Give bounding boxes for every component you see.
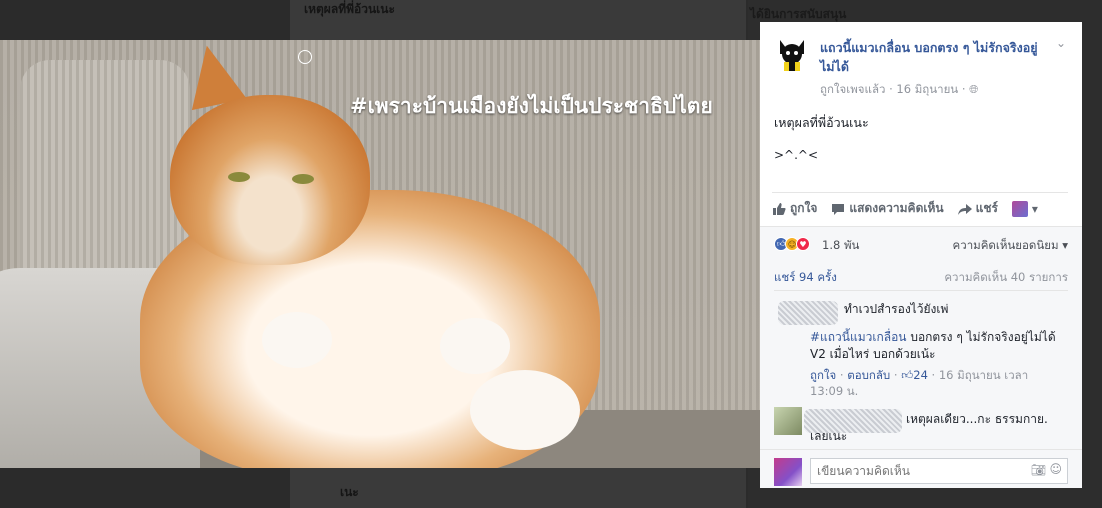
- background-caption: เหตุผลที่พี่อ้วนเนะ: [304, 2, 395, 16]
- cat-eye-left: [228, 172, 250, 182]
- thumbs-up-icon: 👍︎: [901, 368, 914, 382]
- comment-composer: 📷︎ ☺︎: [760, 449, 1082, 488]
- comment-like-count[interactable]: 24: [913, 368, 928, 382]
- chevron-down-icon[interactable]: ⌄: [1056, 36, 1066, 50]
- comment-meta: ถูกใจ · ตอบกลับ · 👍︎24 · 16 มิถุนายน เวล…: [810, 368, 1029, 398]
- comment-icon: [832, 203, 845, 215]
- commenter-avatar[interactable]: [774, 407, 802, 435]
- page-avatar[interactable]: [774, 36, 810, 72]
- share-arrow-icon: [957, 203, 972, 215]
- comment-reply-link[interactable]: ตอบกลับ: [847, 368, 890, 382]
- post-meta: ถูกใจเพจแล้ว · 16 มิถุนายน · 🌐︎: [820, 81, 978, 99]
- like-button[interactable]: ถูกใจ: [772, 199, 817, 218]
- comment-text: เหตุผลเดียว...กะ ธรรมกาย.: [906, 412, 1048, 426]
- top-comments-label: ความคิดเห็นยอดนิยม: [952, 238, 1059, 252]
- post-text: เหตุผลที่พี่อ้วนเนะ: [774, 115, 869, 130]
- avatar: [774, 458, 802, 486]
- sticker-icon[interactable]: ☺︎: [1049, 462, 1062, 476]
- post-header: แถวนี้แมวเกลื่อน บอกตรง ๆ ไม่รักจริงอยู่…: [774, 36, 1070, 106]
- page-name-link[interactable]: แถวนี้แมวเกลื่อน บอกตรง ๆ ไม่รักจริงอยู่…: [820, 38, 1052, 76]
- chevron-down-icon: ▾: [1031, 201, 1038, 216]
- comment-button[interactable]: แสดงความคิดเห็น: [831, 199, 944, 218]
- comment-count[interactable]: ความคิดเห็น 40 รายการ: [944, 269, 1068, 287]
- reaction-icons[interactable]: 👍︎ ☺︎ ♥︎: [774, 237, 810, 251]
- post-date[interactable]: 16 มิถุนายน: [896, 82, 958, 96]
- comment-item: ทำเวปสำรองไว้ยังเพ่ #แถวนี้แมวเกลื่อน บอ…: [774, 299, 1068, 399]
- background-bottom-caption: เนะ: [340, 485, 359, 499]
- comment-text: ทำเวปสำรองไว้ยังเพ่: [844, 302, 949, 316]
- share-label: แชร์: [975, 201, 998, 215]
- reactions-row: 👍︎ ☺︎ ♥︎ 1.8 พัน ความคิดเห็นยอดนิยม ▾: [774, 237, 1068, 253]
- cat-paw-right: [440, 318, 510, 374]
- share-comment-row: แชร์ 94 ครั้ง ความคิดเห็น 40 รายการ: [774, 269, 1068, 291]
- share-as-selector[interactable]: ▾: [1011, 200, 1038, 217]
- post-panel: แถวนี้แมวเกลื่อน บอกตรง ๆ ไม่รักจริงอยู่…: [760, 22, 1082, 488]
- top-comments-dropdown[interactable]: ความคิดเห็นยอดนิยม ▾: [953, 237, 1068, 255]
- love-reaction-icon: ♥︎: [796, 237, 810, 251]
- camera-icon[interactable]: 📷︎: [1031, 463, 1046, 477]
- reaction-count[interactable]: 1.8 พัน: [822, 237, 859, 255]
- avatar: [1011, 200, 1028, 217]
- comment-item: เหตุผลเดียว...กะ ธรรมกาย. เลยเนะ: [774, 407, 1068, 447]
- comment-label: แสดงความคิดเห็น: [849, 201, 944, 215]
- cat-hind-paw: [470, 370, 580, 450]
- comment-text-continued: เลยเนะ: [810, 429, 848, 443]
- comment-like-link[interactable]: ถูกใจ: [810, 368, 836, 382]
- cat-paw-left: [262, 312, 332, 368]
- blurred-name: [778, 301, 838, 325]
- comment-body: #แถวนี้แมวเกลื่อน บอกตรง ๆ ไม่รักจริงอยู…: [810, 329, 1068, 363]
- share-count-link[interactable]: แชร์ 94 ครั้ง: [774, 269, 837, 287]
- cat-eye-right: [292, 174, 314, 184]
- cat-head: [170, 95, 370, 265]
- thumbs-up-icon: [773, 202, 786, 215]
- post-photo[interactable]: #เพราะบ้านเมืองยังไม่เป็นประชาธิปไตย: [0, 40, 760, 468]
- post-actions: ถูกใจ แสดงความคิดเห็น แชร์ ▾: [772, 192, 1068, 224]
- photo-caption: #เพราะบ้านเมืองยังไม่เป็นประชาธิปไตย: [350, 94, 713, 118]
- commenter-avatar[interactable]: [774, 299, 838, 327]
- reactions-section: 👍︎ ☺︎ ♥︎ 1.8 พัน ความคิดเห็นยอดนิยม ▾ แช…: [760, 226, 1082, 488]
- chevron-down-icon: ▾: [1062, 238, 1068, 252]
- cat-logo-icon: [774, 36, 810, 72]
- post-emoticon: >^.^<: [774, 148, 819, 162]
- globe-icon: 🌐︎: [969, 82, 979, 96]
- hashtag-link[interactable]: #แถวนี้แมวเกลื่อน: [810, 330, 907, 344]
- liked-status: ถูกใจเพจแล้ว: [820, 82, 886, 96]
- share-button[interactable]: แชร์: [957, 199, 998, 218]
- comment-input[interactable]: [810, 458, 1068, 484]
- like-label: ถูกใจ: [790, 201, 818, 215]
